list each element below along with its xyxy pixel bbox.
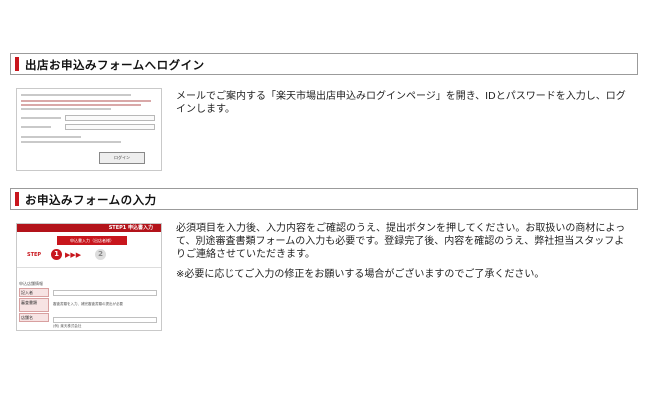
thumb-field-writer (53, 290, 157, 296)
section-header-login: 出店お申込みフォームへログイン (10, 53, 638, 75)
section-title: 出店お申込みフォームへログイン (25, 58, 205, 72)
thumb-text-line (21, 100, 151, 102)
thumb-text-line (21, 94, 131, 96)
thumb-label (21, 117, 61, 119)
section-title: お申込みフォームの入力 (25, 193, 157, 207)
thumb-field-shop-name (53, 317, 157, 323)
login-page-screenshot: ログイン (16, 88, 162, 171)
thumb-password-field (65, 124, 155, 130)
thumb-label-docs: 審査書類 (19, 298, 49, 312)
thumb-text-line (21, 108, 111, 110)
thumb-step1-circle: 1 (51, 249, 62, 260)
thumb-step-label: STEP (27, 252, 42, 258)
thumb-divider (17, 267, 161, 268)
thumb-step-arrows-icon: ▶▶▶ (65, 251, 82, 259)
section-accent-bar (15, 192, 19, 206)
thumb-field-docs-text: 審査書類を入力、補完審査書類の提出が必要 (53, 302, 123, 306)
thumb-id-field (65, 115, 155, 121)
section-description: メールでご案内する「楽天市場出店申込みログインページ」を開き、IDとパスワードを… (176, 91, 626, 115)
thumb-form-section-header: 申込店舗情報 (19, 281, 43, 286)
thumb-text-line (21, 136, 81, 138)
thumb-text-line (21, 141, 121, 143)
thumb-label-writer: 記入者 (19, 288, 49, 297)
thumb-login-button: ログイン (99, 152, 145, 164)
application-form-screenshot: STEP1 申込書入力 申込書入力（出店者様） STEP 1 ▶▶▶ 2 申込店… (16, 223, 162, 331)
thumb-form-topbar: STEP1 申込書入力 (17, 224, 161, 232)
section-note: ※必要に応じてご入力の修正をお願いする場合がございますのでご了承ください。 (176, 269, 545, 280)
thumb-form-tab-label: 申込書入力（出店者様） (70, 238, 114, 243)
thumb-label (21, 126, 51, 128)
thumb-text-line (21, 104, 141, 106)
thumb-step2-circle: 2 (95, 249, 106, 260)
thumb-form-header: STEP1 申込書入力 (108, 225, 153, 231)
thumb-label-shop-name: 店舗名 (19, 313, 49, 322)
thumb-field-shop-name-hint: (例) 楽天株式会社 (53, 324, 82, 328)
section-accent-bar (15, 57, 19, 71)
thumb-form-tab: 申込書入力（出店者様） (57, 236, 127, 245)
section-description: 必須項目を入力後、入力内容をご確認のうえ、提出ボタンを押してください。お取扱いの… (176, 223, 626, 260)
section-header-form-input: お申込みフォームの入力 (10, 188, 638, 210)
